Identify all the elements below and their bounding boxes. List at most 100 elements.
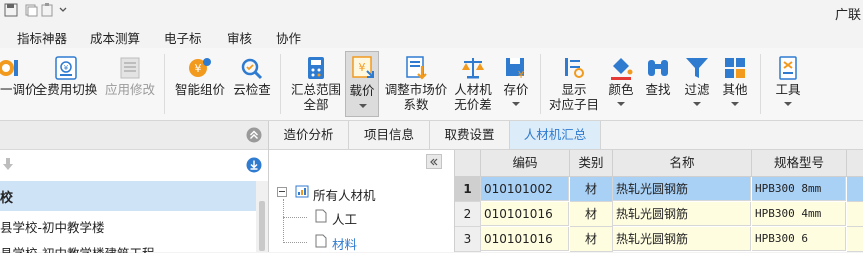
grid-squares-icon <box>725 58 745 78</box>
cell-spec[interactable]: HPB300 6 <box>752 227 846 251</box>
cell-name[interactable]: 热轧光圆钢筋 <box>613 202 751 226</box>
fee-switch-label: 全费用切换 <box>34 82 98 97</box>
tools-button[interactable]: 工具 <box>768 48 808 120</box>
document-icon <box>315 209 327 223</box>
filter-button[interactable]: 过滤 <box>680 48 714 120</box>
cell-name[interactable]: 热轧光圆钢筋 <box>613 177 751 201</box>
collapse-up-icon[interactable] <box>246 127 262 143</box>
app-edit-label: 应用修改 <box>104 82 155 97</box>
store-price-button[interactable]: ¥ 存价 <box>497 48 535 120</box>
save-icon[interactable] <box>4 3 18 17</box>
project-item[interactable]: 县学校-初中教学楼 <box>0 211 256 239</box>
tools-label: 工具 <box>775 82 801 97</box>
load-price-label: 载价 <box>349 83 375 98</box>
cell-code[interactable]: 010101002 <box>481 177 569 201</box>
column-header-spec[interactable]: 规格型号 <box>752 150 847 177</box>
ribbon-divider <box>760 54 761 114</box>
row-number: 3 <box>455 227 481 252</box>
svg-text:¥: ¥ <box>359 61 366 74</box>
adjust-price-button[interactable]: 一调价 <box>0 48 38 120</box>
store-price-dropdown-icon <box>512 102 520 106</box>
color-button[interactable]: 颜色 <box>604 48 638 120</box>
filter-dropdown-icon <box>693 102 701 106</box>
row-number-header <box>455 150 481 177</box>
tab-project-info[interactable]: 项目信息 <box>349 121 430 149</box>
menu-tab-e-bid[interactable]: 电子标 <box>164 28 202 47</box>
show-sub-icon <box>565 58 584 78</box>
fee-switch-button[interactable]: ¥ 全费用切换 <box>33 48 99 120</box>
tree-root-label[interactable]: 所有人材机 <box>313 185 376 204</box>
cell-code[interactable]: 010101016 <box>481 202 569 226</box>
cell-type[interactable]: 材 <box>570 202 613 227</box>
paste-icon[interactable] <box>40 3 54 17</box>
show-sub-button[interactable]: 显示 对应子目 <box>546 48 602 120</box>
scrollbar[interactable] <box>256 181 268 252</box>
smart-price-icon: ¥ <box>189 58 211 77</box>
menu-tab-review[interactable]: 审核 <box>227 28 252 47</box>
menu-bar: 指标神器 成本测算 电子标 审核 协作 <box>0 24 863 48</box>
quick-access-chevron-icon[interactable] <box>58 3 68 17</box>
cell-more[interactable] <box>847 227 863 252</box>
no-price-diff-button[interactable]: 人材机 无价差 <box>451 48 495 120</box>
column-header-name[interactable]: 名称 <box>613 150 752 177</box>
tree-item-material[interactable]: 材料 <box>332 234 357 253</box>
ribbon-divider <box>164 54 165 114</box>
project-item[interactable]: 县学校-初中教学楼建筑工程 <box>0 239 256 253</box>
tree-item-labor[interactable]: 人工 <box>332 209 357 228</box>
load-price-button[interactable]: ¥ 载价 <box>345 51 379 117</box>
move-down-icon[interactable] <box>2 157 14 171</box>
other-dropdown-icon <box>731 102 739 106</box>
cloud-check-button[interactable]: 云检查 <box>230 48 274 120</box>
double-chevron-left-icon <box>430 158 438 166</box>
calculator-icon <box>308 57 324 79</box>
menu-tab-indicator[interactable]: 指标神器 <box>17 28 67 47</box>
cell-more[interactable] <box>847 177 863 202</box>
folder-chart-icon <box>295 185 309 198</box>
undo-icon[interactable] <box>24 3 38 17</box>
find-button[interactable]: 查找 <box>640 48 676 120</box>
fee-switch-icon: ¥ <box>55 56 77 80</box>
other-button[interactable]: 其他 <box>718 48 752 120</box>
cell-spec[interactable]: HPB300 4mm <box>752 202 846 226</box>
menu-tab-cost-calc[interactable]: 成本测算 <box>90 28 140 47</box>
cell-code[interactable]: 010101016 <box>481 227 569 251</box>
column-header-more[interactable] <box>847 150 863 177</box>
adjust-market-button[interactable]: 调整市场价 系数 <box>383 48 449 120</box>
color-label: 颜色 <box>608 82 634 97</box>
adjust-market-icon <box>406 56 427 80</box>
project-item-selected[interactable]: 校 <box>0 181 256 211</box>
tab-cost-analysis[interactable]: 造价分析 <box>269 121 349 149</box>
project-tree-pane: 校 县学校-初中教学楼 县学校-初中教学楼建筑工程 <box>0 121 269 253</box>
no-price-diff-label: 人材机 无价差 <box>454 82 492 112</box>
collapse-left-button[interactable] <box>426 154 442 169</box>
ribbon-divider <box>540 54 541 114</box>
summary-range-button[interactable]: 汇总范围 全部 <box>288 48 344 120</box>
tools-dropdown-icon <box>784 102 792 106</box>
project-tree-header <box>0 121 268 150</box>
store-price-label: 存价 <box>503 82 529 97</box>
cell-spec[interactable]: HPB300 8mm <box>752 177 846 201</box>
load-price-dropdown-icon <box>359 104 367 108</box>
adjust-market-label: 调整市场价 系数 <box>384 82 448 112</box>
column-header-type[interactable]: 类别 <box>570 150 613 177</box>
cell-name[interactable]: 热轧光圆钢筋 <box>613 227 751 251</box>
column-header-code[interactable]: 编码 <box>481 150 570 177</box>
summary-range-label: 汇总范围 全部 <box>290 82 341 112</box>
content-tab-bar: 造价分析 项目信息 取费设置 人材机汇总 <box>269 121 863 150</box>
project-item-label: 校 <box>0 191 14 206</box>
cell-type[interactable]: 材 <box>570 177 613 202</box>
tab-fee-settings[interactable]: 取费设置 <box>430 121 510 149</box>
menu-tab-collab[interactable]: 协作 <box>276 28 301 47</box>
document-icon <box>315 234 327 248</box>
svg-text:¥: ¥ <box>64 64 69 72</box>
app-edit-button: 应用修改 <box>102 48 158 120</box>
download-icon[interactable] <box>246 157 262 173</box>
cell-more[interactable] <box>847 202 863 227</box>
row-number: 2 <box>455 202 481 227</box>
tree-collapse-toggle[interactable] <box>277 187 287 197</box>
scrollbar-thumb[interactable] <box>259 201 265 251</box>
cell-type[interactable]: 材 <box>570 227 613 252</box>
adjust-price-label: 一调价 <box>0 82 38 97</box>
smart-price-button[interactable]: ¥ 智能组价 <box>172 48 228 120</box>
tab-resource-summary[interactable]: 人材机汇总 <box>510 121 601 149</box>
